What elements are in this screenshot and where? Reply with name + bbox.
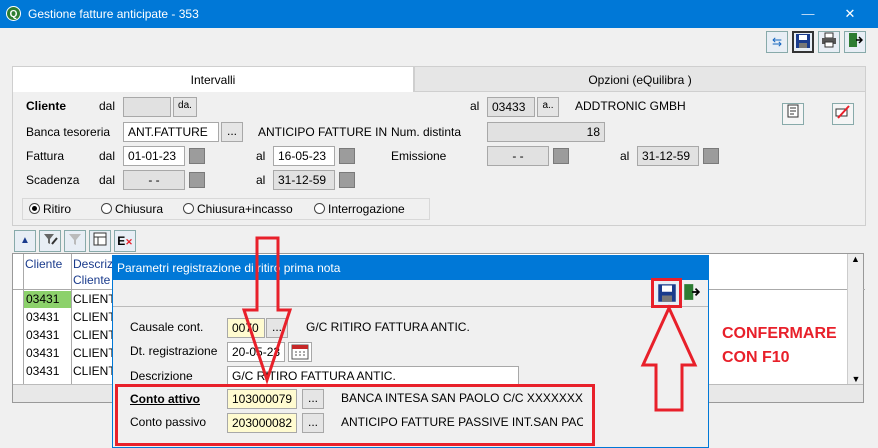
annotation-line-2: CON F10: [722, 349, 790, 366]
annotation-text: CONFERMARE CON F10: [722, 322, 837, 370]
annotation-line-1: CONFERMARE: [722, 325, 837, 342]
annotation-arrows: [241, 236, 698, 412]
down-arrow-annotation: [241, 236, 293, 385]
up-arrow-annotation: [640, 304, 698, 412]
